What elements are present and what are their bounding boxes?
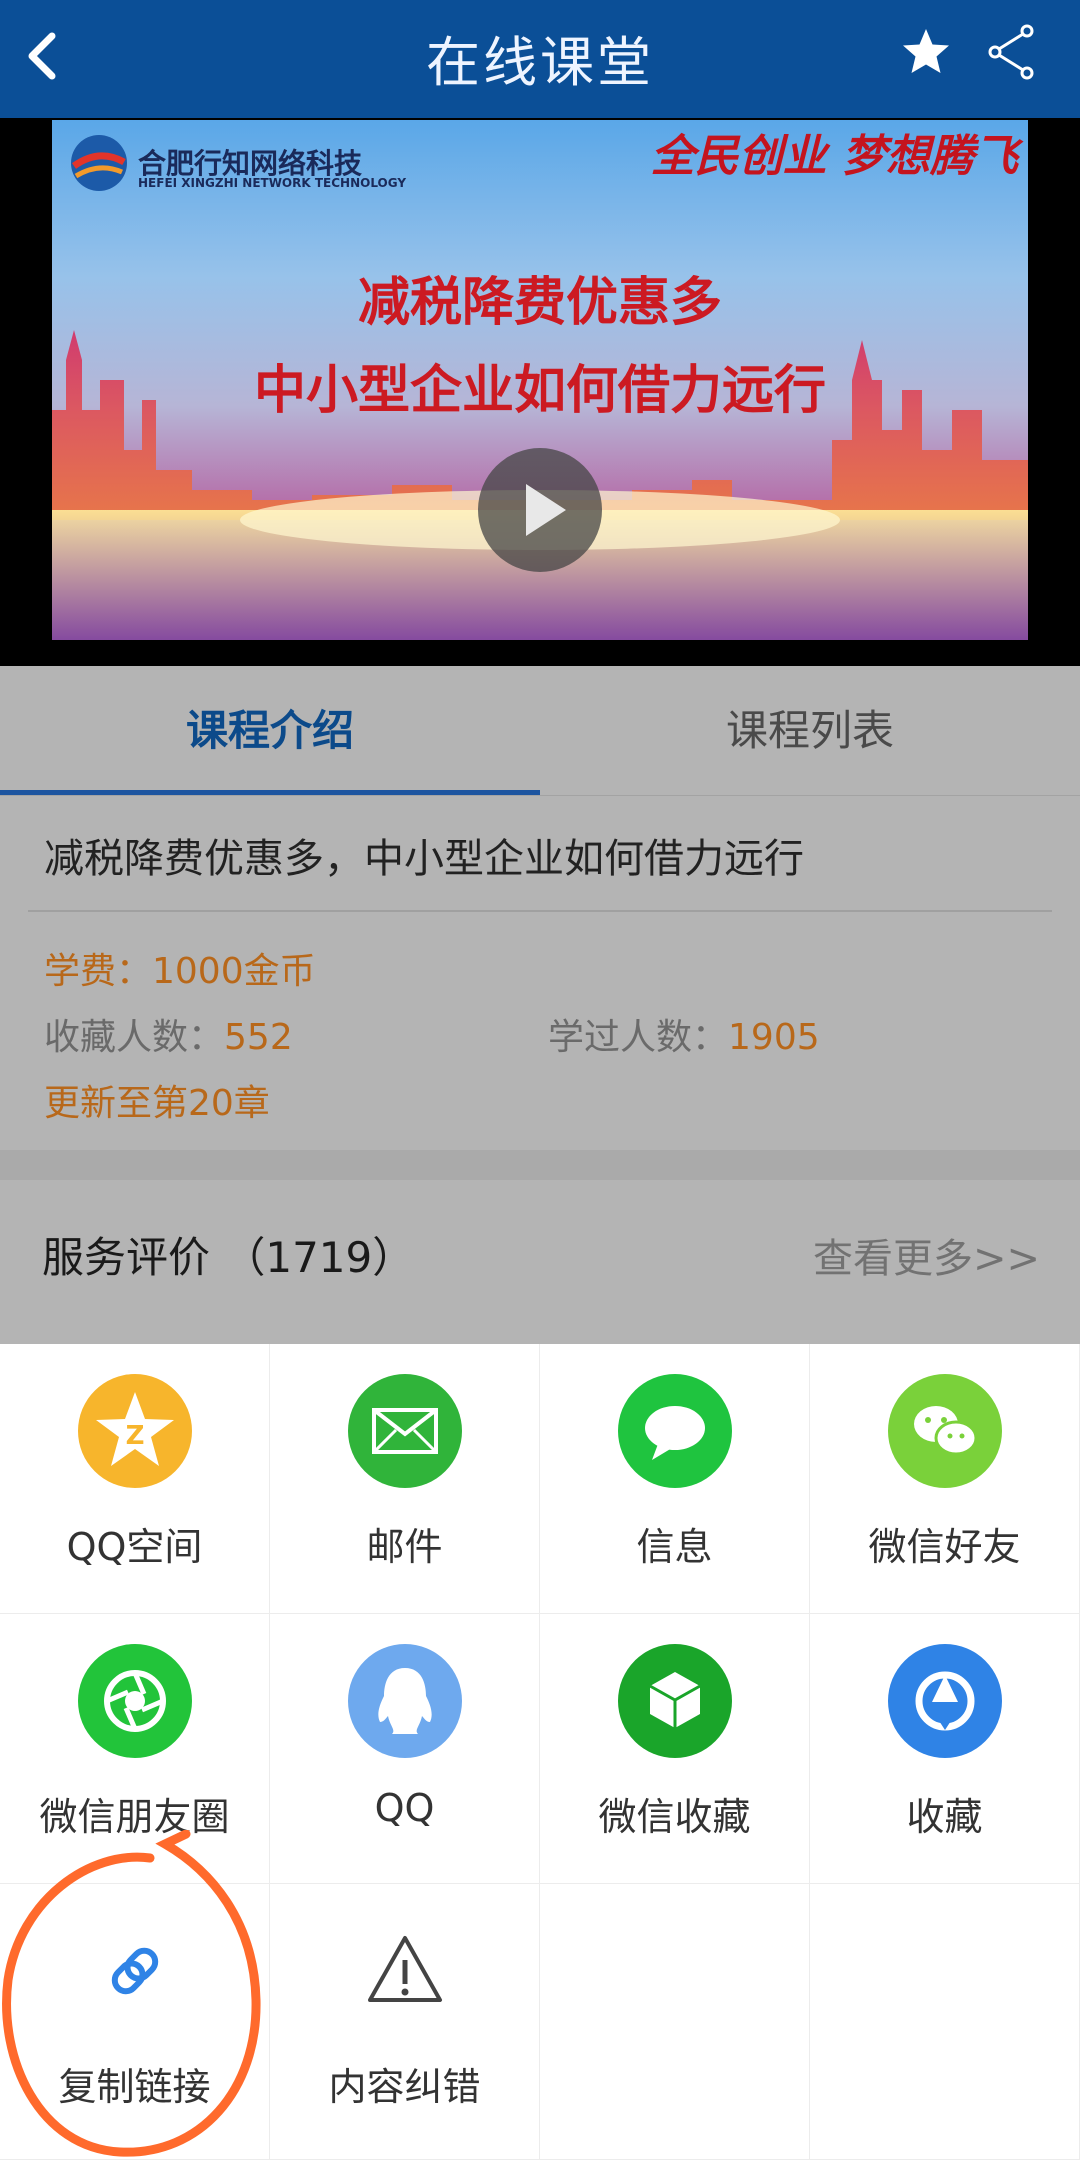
empty-cell xyxy=(810,1884,1080,2160)
section-gap xyxy=(0,1150,1080,1180)
tab-course-intro[interactable]: 课程介绍 xyxy=(0,666,540,796)
share-sheet: Z QQ空间 邮件 信息 微信好友 微信朋友圈 QQ 微信收藏 收藏 复制链接 … xyxy=(0,1344,1080,2160)
course-fee: 学费：1000金币 xyxy=(44,951,316,992)
review-title: 服务评价 （1719） xyxy=(42,1233,415,1282)
message-icon xyxy=(618,1374,732,1488)
share-label: 微信朋友圈 xyxy=(39,1795,230,1839)
favorites-value: 552 xyxy=(224,1017,293,1058)
divider xyxy=(28,910,1052,912)
share-copy-link[interactable]: 复制链接 xyxy=(0,1884,270,2160)
share-wechat-friend[interactable]: 微信好友 xyxy=(810,1344,1080,1614)
video-player[interactable]: 合肥行知网络科技 HEFEI XINGZHI NETWORK TECHNOLOG… xyxy=(0,118,1080,666)
share-favorite[interactable]: 收藏 xyxy=(810,1614,1080,1884)
wechat-icon xyxy=(888,1374,1002,1488)
share-label: QQ空间 xyxy=(66,1525,203,1569)
share-label: 邮件 xyxy=(366,1525,443,1569)
course-info: 减税降费优惠多，中小型企业如何借力远行 学费：1000金币 收藏人数：552 学… xyxy=(0,796,1080,1150)
share-mail[interactable]: 邮件 xyxy=(270,1344,540,1614)
warning-icon xyxy=(348,1914,462,2028)
mail-icon xyxy=(348,1374,462,1488)
link-icon xyxy=(78,1914,192,2028)
share-label: 收藏 xyxy=(906,1795,983,1839)
learners-count: 学过人数：1905 xyxy=(548,1008,820,1060)
learners-value: 1905 xyxy=(728,1017,820,1058)
share-label: 内容纠错 xyxy=(328,2065,481,2109)
svg-text:Z: Z xyxy=(126,1421,145,1451)
view-more-link[interactable]: 查看更多>> xyxy=(813,1226,1040,1284)
wechat-favorite-icon xyxy=(618,1644,732,1758)
qq-icon xyxy=(348,1644,462,1758)
favorites-count: 收藏人数：552 xyxy=(44,1008,293,1060)
learners-label: 学过人数： xyxy=(548,1017,729,1058)
update-status: 更新至第20章 xyxy=(44,1083,270,1124)
logo-subtitle: HEFEI XINGZHI NETWORK TECHNOLOGY xyxy=(138,176,407,190)
share-icon[interactable] xyxy=(985,22,1037,82)
review-section: 服务评价 （1719） 查看更多>> xyxy=(0,1180,1080,1344)
poster-headline-1: 减税降费优惠多 xyxy=(357,273,722,333)
share-wechat-favorite[interactable]: 微信收藏 xyxy=(540,1614,810,1884)
empty-cell xyxy=(540,1884,810,2160)
share-label: QQ xyxy=(374,1786,435,1830)
qzone-icon: Z xyxy=(78,1374,192,1488)
slogan: 全民创业 梦想腾飞 xyxy=(650,131,1018,182)
tab-course-list[interactable]: 课程列表 xyxy=(540,666,1080,796)
play-button-icon[interactable] xyxy=(478,448,602,572)
share-label: 微信好友 xyxy=(868,1525,1021,1569)
share-report-error[interactable]: 内容纠错 xyxy=(270,1884,540,2160)
poster-headline-2: 中小型企业如何借力远行 xyxy=(253,361,826,421)
star-icon[interactable] xyxy=(900,26,952,78)
share-label: 复制链接 xyxy=(58,2065,211,2109)
app-header: 在线课堂 xyxy=(0,0,1080,118)
share-label: 微信收藏 xyxy=(598,1795,751,1839)
share-qzone[interactable]: Z QQ空间 xyxy=(0,1344,270,1614)
share-label: 信息 xyxy=(636,1525,713,1569)
share-message[interactable]: 信息 xyxy=(540,1344,810,1614)
favorites-label: 收藏人数： xyxy=(44,1017,225,1058)
course-title: 减税降费优惠多，中小型企业如何借力远行 xyxy=(44,836,804,882)
favorite-icon xyxy=(888,1644,1002,1758)
share-qq[interactable]: QQ xyxy=(270,1614,540,1884)
company-logo-icon xyxy=(71,135,127,191)
moments-icon xyxy=(78,1644,192,1758)
share-moments[interactable]: 微信朋友圈 xyxy=(0,1614,270,1884)
course-tabs: 课程介绍 课程列表 xyxy=(0,666,1080,797)
